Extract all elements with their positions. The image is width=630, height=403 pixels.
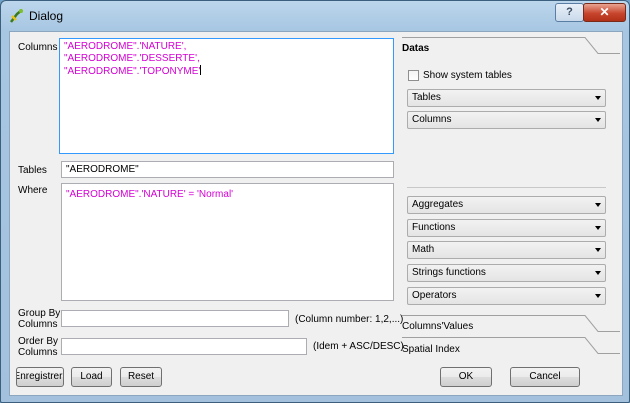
help-button[interactable]: ? bbox=[555, 3, 584, 22]
where-text: "AERODROME".'NATURE' = 'Normal' bbox=[66, 189, 234, 200]
cancel-button[interactable]: Cancel bbox=[510, 367, 580, 387]
tables-input[interactable]: "AERODROME" bbox=[61, 161, 394, 178]
columns-line-1: "AERODROME".'NATURE', bbox=[64, 41, 187, 52]
chevron-down-icon bbox=[595, 118, 601, 122]
aggregates-combo[interactable]: Aggregates bbox=[407, 196, 606, 214]
chevron-down-icon bbox=[595, 248, 601, 252]
strings-functions-combo-value: Strings functions bbox=[412, 267, 486, 278]
group-by-hint: (Column number: 1,2,...) bbox=[295, 314, 404, 325]
functions-combo[interactable]: Functions bbox=[407, 219, 606, 237]
columns-textarea[interactable]: "AERODROME".'NATURE', "AERODROME".'DESSE… bbox=[59, 38, 394, 154]
close-button[interactable]: ✕ bbox=[583, 3, 626, 22]
columns-line-2: "AERODROME".'DESSERTE', bbox=[64, 53, 200, 64]
order-by-label-line1: Order By bbox=[18, 336, 59, 347]
columns-line-3: "AERODROME".'TOPONYME' bbox=[64, 66, 201, 77]
show-system-tables-checkbox[interactable] bbox=[408, 70, 419, 81]
group-by-label-line2: Columns bbox=[18, 319, 58, 330]
columns-label: Columns bbox=[18, 42, 58, 53]
chevron-down-icon bbox=[595, 203, 601, 207]
tables-combo-value: Tables bbox=[412, 92, 441, 103]
aggregates-combo-value: Aggregates bbox=[412, 199, 464, 210]
dialog-client-area: Columns "AERODROME".'NATURE', "AERODROME… bbox=[9, 31, 623, 396]
group-by-label-line1: Group By bbox=[18, 308, 61, 319]
tables-label: Tables bbox=[18, 165, 47, 176]
tables-combo[interactable]: Tables bbox=[407, 89, 606, 107]
enregistrer-button[interactable]: Enregistrer bbox=[16, 367, 64, 387]
reset-button[interactable]: Reset bbox=[120, 367, 162, 387]
where-label: Where bbox=[18, 185, 48, 196]
dialog-window: Dialog ? ✕ Columns "AERODROME".'NATURE',… bbox=[0, 0, 630, 403]
columns-combo-value: Columns bbox=[412, 114, 452, 125]
where-textarea[interactable]: "AERODROME".'NATURE' = 'Normal' bbox=[61, 183, 394, 301]
window-title: Dialog bbox=[29, 9, 64, 23]
math-combo-value: Math bbox=[412, 244, 435, 255]
panel-divider bbox=[407, 187, 606, 188]
load-button[interactable]: Load bbox=[71, 367, 112, 387]
title-bar[interactable]: Dialog ? ✕ bbox=[1, 1, 629, 29]
strings-functions-combo[interactable]: Strings functions bbox=[407, 264, 606, 282]
ok-button[interactable]: OK bbox=[440, 367, 492, 387]
columns-combo[interactable]: Columns bbox=[407, 111, 606, 129]
order-by-label-line2: Columns bbox=[18, 347, 58, 358]
text-cursor bbox=[200, 65, 202, 75]
order-by-input[interactable] bbox=[61, 338, 307, 355]
order-by-hint: (Idem + ASC/DESC) bbox=[313, 341, 404, 352]
math-combo[interactable]: Math bbox=[407, 241, 606, 259]
chevron-down-icon bbox=[595, 294, 601, 298]
functions-combo-value: Functions bbox=[412, 222, 456, 233]
group-by-input[interactable] bbox=[61, 310, 289, 327]
datas-tab-outline bbox=[402, 37, 620, 54]
spatial-index-title[interactable]: Spatial Index bbox=[402, 344, 460, 355]
columns-values-title[interactable]: Columns'Values bbox=[402, 321, 473, 332]
show-system-tables-label: Show system tables bbox=[423, 70, 512, 81]
operators-combo[interactable]: Operators bbox=[407, 287, 606, 305]
qgis-logo-icon bbox=[10, 9, 23, 23]
chevron-down-icon bbox=[595, 96, 601, 100]
chevron-down-icon bbox=[595, 271, 601, 275]
chevron-down-icon bbox=[595, 226, 601, 230]
operators-combo-value: Operators bbox=[412, 290, 457, 301]
